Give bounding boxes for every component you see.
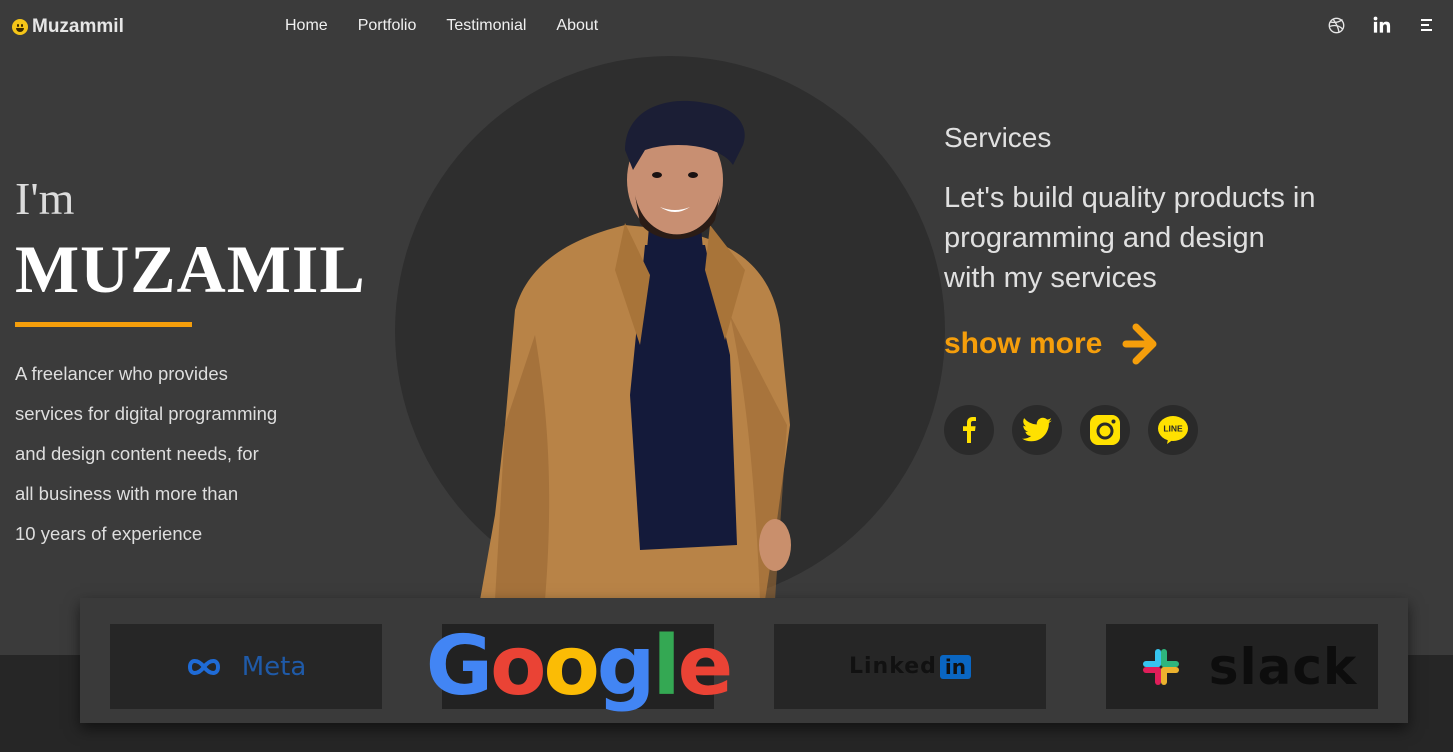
brand-name: Muzammil: [32, 16, 124, 37]
svg-text:LINE: LINE: [1163, 424, 1183, 434]
show-more-label: show more: [944, 327, 1103, 360]
linkedin-in-badge: in: [939, 654, 972, 679]
nav-link-home[interactable]: Home: [285, 17, 328, 35]
nav-icons: [1327, 16, 1437, 34]
linkedin-icon[interactable]: [1373, 16, 1391, 34]
smiley-emoji-icon: [12, 19, 28, 35]
instagram-icon[interactable]: [1080, 405, 1130, 455]
portrait-photo: [480, 100, 791, 600]
intro-line: all business with more than: [15, 483, 239, 504]
google-wordmark: Google: [425, 618, 733, 714]
services-description: Let's build quality products in programm…: [944, 178, 1364, 298]
arrow-right-icon: [1122, 323, 1157, 365]
brand-logo[interactable]: Muzammil: [12, 16, 124, 37]
linkedin-logo: Linked in: [774, 624, 1046, 709]
meta-logo: Meta: [110, 624, 382, 709]
main-nav: Home Portfolio Testimonial About: [285, 17, 598, 35]
meta-infinity-icon: [187, 658, 220, 675]
services-line: Let's build quality products in: [944, 182, 1316, 214]
dribbble-icon[interactable]: [1327, 16, 1345, 34]
slack-logo: slack: [1106, 624, 1378, 709]
nav-link-portfolio[interactable]: Portfolio: [358, 17, 417, 35]
intro-paragraph: A freelancer who provides services for d…: [15, 354, 315, 554]
social-links: LINE: [944, 405, 1198, 455]
nav-link-about[interactable]: About: [556, 17, 598, 35]
hero-name: MUZAMIL: [15, 231, 366, 307]
google-logo: Google: [426, 624, 733, 709]
services-line: with my services: [944, 262, 1157, 294]
greeting-text: I'm: [15, 173, 75, 224]
services-line: programming and design: [944, 222, 1265, 254]
line-icon[interactable]: LINE: [1148, 405, 1198, 455]
intro-line: services for digital programming: [15, 403, 278, 424]
facebook-icon[interactable]: [944, 405, 994, 455]
meta-wordmark: Meta: [241, 651, 307, 682]
twitter-icon[interactable]: [1012, 405, 1062, 455]
slack-wordmark: slack: [1208, 637, 1358, 696]
show-more-link[interactable]: show more: [944, 318, 1158, 370]
name-underline: [15, 322, 192, 327]
intro-line: and design content needs, for: [15, 443, 259, 464]
intro-line: 10 years of experience: [15, 523, 203, 544]
linkedin-wordmark: Linked: [848, 654, 937, 679]
services-heading: Services: [944, 122, 1052, 153]
menu-icon[interactable]: [1419, 16, 1437, 34]
nav-link-testimonial[interactable]: Testimonial: [446, 17, 526, 35]
intro-line: A freelancer who provides: [15, 363, 228, 384]
slack-hash-icon: [1142, 648, 1179, 685]
partner-logos-bar: Meta Google Linked in slack: [80, 598, 1408, 723]
